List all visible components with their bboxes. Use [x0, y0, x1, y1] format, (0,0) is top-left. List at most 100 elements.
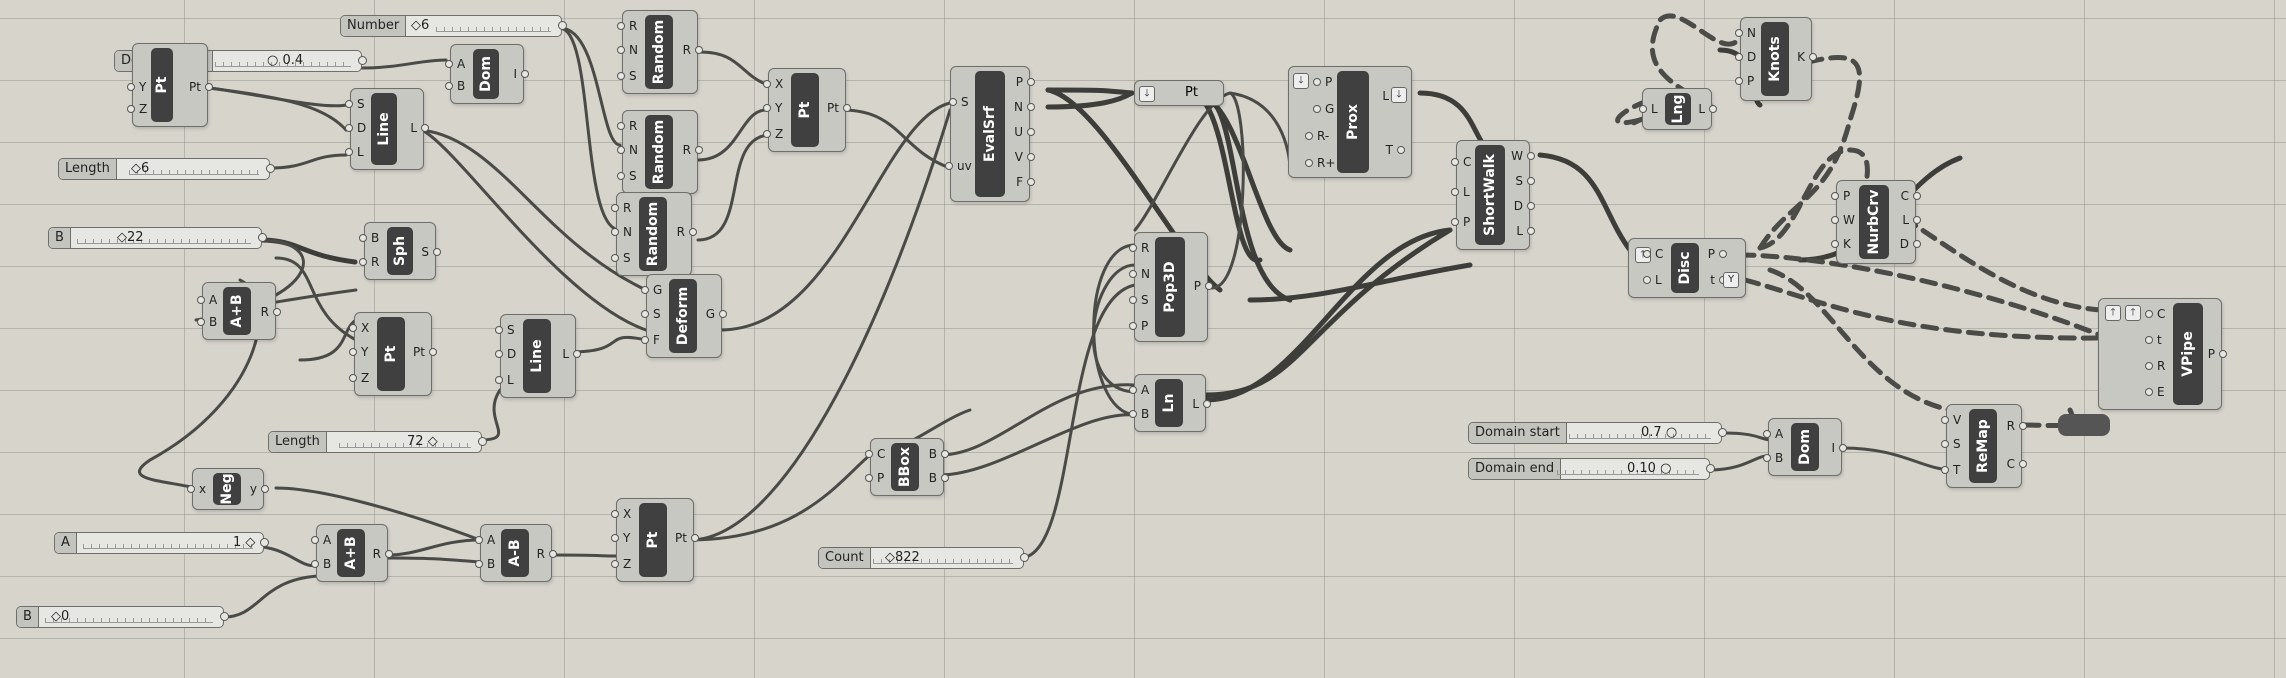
output-port-c[interactable]: C — [1901, 189, 1922, 203]
output-port-t[interactable]: T — [1386, 143, 1406, 157]
input-port-p[interactable]: P — [864, 471, 884, 485]
sph-component[interactable]: B R Sph S — [358, 222, 441, 280]
output-port-i[interactable]: I — [1831, 441, 1846, 455]
arrow-down-icon[interactable]: 🡓 — [1293, 73, 1309, 89]
output-port-p[interactable]: P — [1708, 247, 1728, 261]
input-port-x[interactable]: X — [610, 507, 631, 521]
input-port-s[interactable]: S — [641, 307, 661, 321]
deform-component[interactable]: G S F Deform G — [640, 274, 728, 358]
output-port-p[interactable]: P — [2208, 347, 2228, 361]
input-port-g[interactable]: G — [1312, 102, 1334, 116]
output-port-r[interactable]: R — [677, 225, 698, 239]
evalsrf-component[interactable]: S uv EvalSrf P N U V F — [945, 66, 1036, 202]
input-port-uv[interactable]: uv — [945, 159, 972, 173]
component-core[interactable]: A+B — [223, 287, 251, 335]
output-port-b2[interactable]: B — [929, 471, 950, 485]
shortwalk-component[interactable]: C L P ShortWalk W S D L — [1450, 140, 1536, 250]
input-port-a[interactable]: A — [310, 533, 331, 547]
component-core[interactable]: Sph — [387, 227, 413, 275]
input-port-s[interactable]: S — [495, 323, 515, 337]
component-core[interactable]: Pt — [151, 48, 173, 122]
input-port-p[interactable]: P — [1734, 74, 1754, 88]
arrow-down-icon[interactable]: 🡓 — [1139, 86, 1155, 102]
input-port-z[interactable]: Z — [762, 127, 783, 141]
output-port-b[interactable]: B — [929, 447, 950, 461]
neg-component[interactable]: x Neg y — [186, 468, 270, 510]
input-port-a[interactable]: A — [1762, 427, 1783, 441]
input-port-d[interactable]: D — [1734, 50, 1756, 64]
input-port-x[interactable]: X — [348, 321, 369, 335]
output-port-d[interactable]: D — [1514, 199, 1536, 213]
arrow-up-icon[interactable]: 🡑 — [2125, 305, 2141, 321]
input-port-k[interactable]: K — [1831, 237, 1851, 251]
slider-grip[interactable] — [358, 56, 367, 65]
input-port-y[interactable]: Y — [126, 80, 146, 94]
input-port-z[interactable]: Z — [126, 102, 147, 116]
b-slider-2[interactable]: B ◇0 — [16, 606, 229, 628]
input-port-d[interactable]: D — [344, 121, 366, 135]
pt-component-4[interactable]: X Y Z Pt Pt — [610, 498, 699, 582]
input-port-x[interactable]: X — [762, 77, 783, 91]
output-port-pt[interactable]: Pt — [827, 101, 851, 115]
component-core[interactable]: ShortWalk — [1475, 145, 1505, 245]
input-port-c[interactable]: C — [2144, 307, 2165, 321]
input-port-p[interactable]: P — [1128, 319, 1148, 333]
slider-track[interactable] — [339, 436, 471, 448]
length-slider-2[interactable]: Length 72 ◇ — [268, 431, 487, 453]
input-port-y[interactable]: Y — [762, 101, 782, 115]
component-core[interactable]: Knots — [1761, 22, 1789, 96]
count-slider[interactable]: Count ◇822 — [818, 547, 1029, 569]
prox-component[interactable]: 🡓 P G R- R+ Prox L 🡓 T — [1288, 66, 1412, 178]
pt-parameter[interactable]: 🡓 Pt — [1134, 80, 1224, 106]
component-core[interactable]: Lng — [1665, 93, 1691, 125]
remap-component[interactable]: V S T ReMap R C — [1940, 404, 2028, 488]
slider-grip[interactable] — [1020, 553, 1029, 562]
input-port-c[interactable]: C — [1450, 155, 1471, 169]
input-port-z[interactable]: Z — [610, 557, 631, 571]
component-core[interactable]: BBox — [891, 443, 919, 491]
input-port-a[interactable]: A — [474, 533, 495, 547]
component-core[interactable]: Line — [523, 319, 551, 393]
random-component-1[interactable]: R N S Random R — [616, 10, 704, 94]
pt-component-3[interactable]: X Y Z Pt Pt — [348, 312, 437, 396]
pop3d-component[interactable]: R N S P Pop3D P — [1128, 232, 1214, 342]
slider-grip[interactable] — [258, 233, 267, 242]
input-port-b[interactable]: B — [444, 79, 465, 93]
input-port-r[interactable]: R — [358, 255, 379, 269]
component-core[interactable]: Dom — [1791, 423, 1819, 471]
nurbcrv-component[interactable]: P W K NurbCrv C L D — [1830, 180, 1922, 264]
pt-component-1[interactable]: Y Z Pt Pt — [126, 43, 213, 127]
input-port-t[interactable]: T — [1940, 463, 1960, 477]
output-port-p[interactable]: P — [1016, 75, 1036, 89]
output-port-l[interactable]: L — [1902, 213, 1921, 227]
input-port-c[interactable]: C — [1642, 247, 1663, 261]
component-core[interactable]: A-B — [501, 529, 529, 577]
output-port-f[interactable]: F — [1016, 175, 1035, 189]
input-port-y[interactable]: Y — [610, 531, 630, 545]
component-core[interactable]: VPipe — [2173, 303, 2203, 405]
input-port-s[interactable]: S — [611, 251, 631, 265]
output-port-t[interactable]: t — [1710, 273, 1727, 287]
number-slider[interactable]: Number ◇6 — [340, 15, 567, 37]
component-core[interactable]: Pop3D — [1155, 237, 1185, 337]
output-port-i[interactable]: I — [513, 67, 528, 81]
input-port-l[interactable]: L — [495, 373, 514, 387]
line-component-1[interactable]: S D L Line L — [344, 88, 429, 170]
output-port-r[interactable]: R — [683, 43, 704, 57]
dom-component-2[interactable]: A B Dom I — [1762, 418, 1846, 476]
input-port-z[interactable]: Z — [348, 371, 369, 385]
pt-component-2[interactable]: X Y Z Pt Pt — [762, 68, 851, 152]
relay-node[interactable] — [2058, 414, 2110, 436]
input-port-c[interactable]: C — [864, 447, 885, 461]
component-core[interactable]: Neg — [213, 473, 241, 505]
arrow-up-icon[interactable]: 🡑 — [2105, 305, 2121, 321]
output-port-k[interactable]: K — [1797, 50, 1817, 64]
component-core[interactable]: Deform — [669, 279, 697, 353]
input-port-p[interactable]: P — [1830, 189, 1850, 203]
input-port-l[interactable]: L — [1451, 185, 1470, 199]
b-slider[interactable]: B ◇22 — [48, 227, 267, 249]
arrow-down-icon[interactable]: 🡓 — [1391, 87, 1407, 103]
input-port-s[interactable]: S — [617, 69, 637, 83]
slider-grip[interactable] — [1718, 428, 1727, 437]
output-port-r[interactable]: R — [537, 547, 558, 561]
